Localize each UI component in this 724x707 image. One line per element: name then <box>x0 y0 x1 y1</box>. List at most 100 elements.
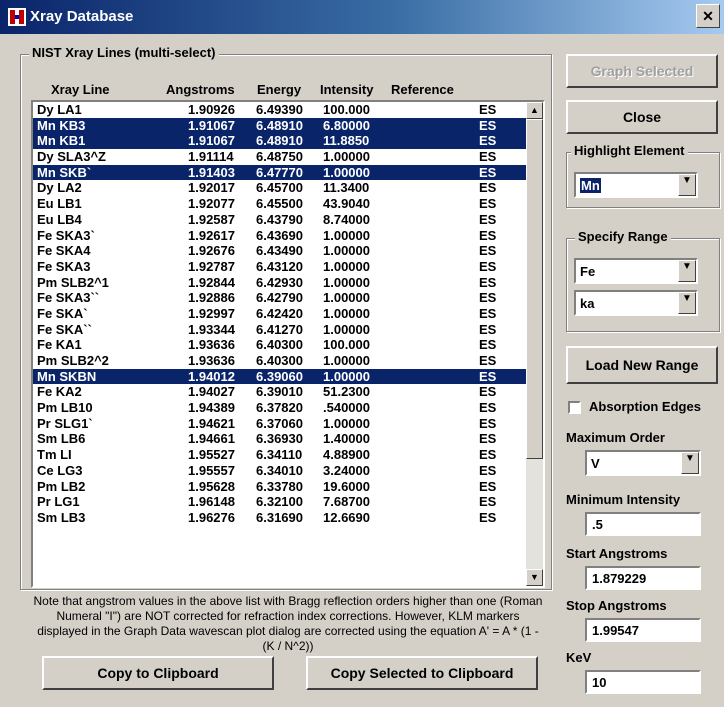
list-item[interactable]: Sm LB6 1.94661 6.36930 1.40000 ES <box>33 431 526 447</box>
list-item[interactable]: Mn SKBN 1.94012 6.39060 1.00000 ES <box>33 368 526 385</box>
xray-database-window: Xray Database ✕ NIST Xray Lines (multi-s… <box>0 0 724 707</box>
scroll-down-icon[interactable]: ▼ <box>526 569 543 586</box>
close-button[interactable]: Close <box>566 100 718 134</box>
list-item[interactable]: Fe KA1 1.93636 6.40300 100.000 ES <box>33 337 526 353</box>
angstroms-cell: 1.94621 <box>188 415 235 431</box>
list-item[interactable]: Fe KA2 1.94027 6.39010 51.2300 ES <box>33 384 526 400</box>
intensity-cell: 11.3400 <box>323 180 370 196</box>
angstroms-cell: 1.92077 <box>188 196 235 212</box>
range-element-select[interactable]: Fe ▼ <box>574 258 698 284</box>
angstroms-cell: 1.95527 <box>188 447 235 463</box>
list-item[interactable]: Dy LA1 1.90926 6.49390 100.000 ES <box>33 102 526 118</box>
list-item[interactable]: Fe SKA3`` 1.92886 6.42790 1.00000 ES <box>33 290 526 306</box>
intensity-cell: 1.00000 <box>323 274 370 290</box>
highlight-element-select[interactable]: Mn ▼ <box>574 172 698 198</box>
reference-cell: ES <box>479 196 497 212</box>
list-item[interactable]: Pm SLB2^2 1.93636 6.40300 1.00000 ES <box>33 353 526 369</box>
absorption-edges-checkbox[interactable] <box>568 401 581 414</box>
list-item[interactable]: Eu LB4 1.92587 6.43790 8.74000 ES <box>33 212 526 228</box>
xray-line-cell: Fe SKA3`` <box>37 290 100 306</box>
minimum-intensity-input[interactable]: .5 <box>585 512 701 536</box>
reference-cell: ES <box>479 353 497 368</box>
xray-line-cell: Pr LG1 <box>37 494 80 510</box>
energy-cell: 6.42420 <box>256 305 303 321</box>
angstroms-cell: 1.96276 <box>188 509 235 525</box>
range-line-value: ka <box>580 296 595 311</box>
angstroms-cell: 1.94012 <box>188 368 235 384</box>
xray-line-cell: Sm LB6 <box>37 431 86 447</box>
list-item[interactable]: Pr LG1 1.96148 6.32100 7.68700 ES <box>33 494 526 510</box>
list-item[interactable]: Fe SKA` 1.92997 6.42420 1.00000 ES <box>33 306 526 322</box>
list-item[interactable]: Eu LB1 1.92077 6.45500 43.9040 ES <box>33 196 526 212</box>
list-item[interactable]: Mn KB1 1.91067 6.48910 11.8850 ES <box>33 133 526 150</box>
list-item[interactable]: Tm LI 1.95527 6.34110 4.88900 ES <box>33 447 526 463</box>
listbox-scrollbar[interactable]: ▲ ▼ <box>526 102 543 586</box>
xray-lines-listbox[interactable]: Dy LA1 1.90926 6.49390 100.000 ES Mn KB3 1.910… <box>31 100 545 588</box>
reference-cell: ES <box>479 305 497 321</box>
list-item[interactable]: Sm LB3 1.96276 6.31690 12.6690 ES <box>33 510 526 526</box>
xray-line-cell: Fe SKA3 <box>37 258 91 274</box>
intensity-cell: 1.00000 <box>323 243 370 259</box>
highlight-element-value: Mn <box>580 178 601 193</box>
load-new-range-button[interactable]: Load New Range <box>566 346 718 384</box>
stop-angstroms-input[interactable]: 1.99547 <box>585 618 701 642</box>
scroll-up-icon[interactable]: ▲ <box>526 102 543 119</box>
energy-cell: 6.48750 <box>256 149 303 165</box>
intensity-cell: 43.9040 <box>323 196 370 212</box>
list-item[interactable]: Pm LB2 1.95628 6.33780 19.6000 ES <box>33 479 526 495</box>
angstroms-cell: 1.92886 <box>188 290 235 306</box>
xray-line-cell: Dy SLA3^Z <box>37 149 106 165</box>
list-item[interactable]: Dy LA2 1.92017 6.45700 11.3400 ES <box>33 180 526 196</box>
xray-line-cell: Ce LG3 <box>37 462 83 478</box>
chevron-down-icon[interactable]: ▼ <box>678 260 696 282</box>
angstroms-cell: 1.94661 <box>188 431 235 447</box>
energy-cell: 6.39060 <box>256 368 303 384</box>
chevron-down-icon[interactable]: ▼ <box>678 292 696 314</box>
intensity-cell: 19.6000 <box>323 478 370 494</box>
chevron-down-icon[interactable]: ▼ <box>678 174 696 196</box>
angstroms-cell: 1.92997 <box>188 305 235 321</box>
list-item[interactable]: Fe SKA4 1.92676 6.43490 1.00000 ES <box>33 243 526 259</box>
reference-cell: ES <box>479 447 497 463</box>
scroll-thumb[interactable] <box>526 119 543 459</box>
chevron-down-icon[interactable]: ▼ <box>681 452 699 474</box>
maximum-order-value: V <box>591 456 600 471</box>
list-item[interactable]: Pm LB10 1.94389 6.37820 .540000 ES <box>33 400 526 416</box>
list-item[interactable]: Fe SKA3 1.92787 6.43120 1.00000 ES <box>33 259 526 275</box>
list-item[interactable]: Pr SLG1` 1.94621 6.37060 1.00000 ES <box>33 416 526 432</box>
list-item[interactable]: Pm SLB2^1 1.92844 6.42930 1.00000 ES <box>33 275 526 291</box>
reference-cell: ES <box>479 117 497 133</box>
xray-app-icon <box>8 8 26 26</box>
list-item[interactable]: Dy SLA3^Z 1.91114 6.48750 1.00000 ES <box>33 149 526 165</box>
angstroms-cell: 1.92676 <box>188 243 235 259</box>
list-item[interactable]: Mn SKB` 1.91403 6.47770 1.00000 ES <box>33 164 526 181</box>
angstroms-cell: 1.95557 <box>188 462 235 478</box>
close-icon[interactable]: ✕ <box>696 4 720 28</box>
maximum-order-select[interactable]: V ▼ <box>585 450 701 476</box>
intensity-cell: 100.000 <box>323 337 370 353</box>
list-item[interactable]: Ce LG3 1.95557 6.34010 3.24000 ES <box>33 463 526 479</box>
copy-to-clipboard-button[interactable]: Copy to Clipboard <box>42 656 274 690</box>
copy-selected-to-clipboard-button[interactable]: Copy Selected to Clipboard <box>306 656 538 690</box>
range-line-select[interactable]: ka ▼ <box>574 290 698 316</box>
angstroms-cell: 1.94389 <box>188 400 235 416</box>
intensity-cell: 1.00000 <box>323 227 370 243</box>
energy-cell: 6.43790 <box>256 211 303 227</box>
list-item[interactable]: Fe SKA3` 1.92617 6.43690 1.00000 ES <box>33 228 526 244</box>
intensity-cell: 1.00000 <box>323 290 370 306</box>
energy-cell: 6.43120 <box>256 258 303 274</box>
intensity-cell: 1.00000 <box>323 258 370 274</box>
kev-input[interactable]: 10 <box>585 670 701 694</box>
list-item[interactable]: Mn KB3 1.91067 6.48910 6.80000 ES <box>33 117 526 134</box>
xray-line-cell: Mn SKBN <box>37 368 97 384</box>
start-angstroms-value: 1.879229 <box>592 571 647 586</box>
list-item[interactable]: Fe SKA`` 1.93344 6.41270 1.00000 ES <box>33 322 526 338</box>
energy-cell: 6.40300 <box>256 337 303 353</box>
energy-cell: 6.41270 <box>256 321 303 337</box>
reference-cell: ES <box>479 368 497 384</box>
graph-selected-button[interactable]: Graph Selected <box>566 54 718 88</box>
start-angstroms-input[interactable]: 1.879229 <box>585 566 701 590</box>
intensity-cell: 7.68700 <box>323 494 370 510</box>
energy-cell: 6.34010 <box>256 462 303 478</box>
reference-cell: ES <box>479 133 497 149</box>
